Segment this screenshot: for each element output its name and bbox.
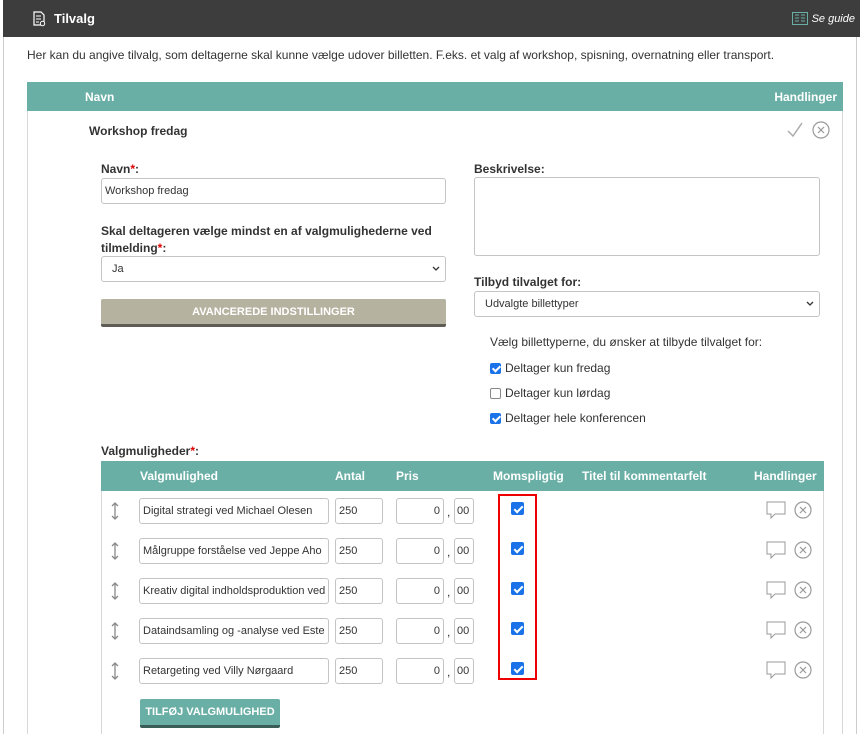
col-pris: Pris [396, 469, 419, 483]
option-actions [766, 621, 812, 639]
col-comment-title: Titel til kommentarfelt [582, 469, 707, 483]
drag-handle-icon[interactable] [110, 582, 120, 600]
mandatory-select[interactable]: Ja [101, 256, 446, 282]
option-name-input[interactable]: Dataindsamling og -analyse ved Este [139, 618, 329, 644]
delete-icon[interactable] [794, 661, 812, 679]
option-price-input[interactable]: 0 [396, 538, 444, 564]
advanced-settings-button[interactable]: AVANCEREDE INDSTILLINGER [101, 299, 446, 327]
drag-handle-icon[interactable] [110, 622, 120, 640]
option-name-input[interactable]: Målgruppe forståelse ved Jeppe Aho [139, 538, 329, 564]
checkbox[interactable] [490, 387, 501, 399]
mandatory-label: Skal deltageren vælge mindst en af valgm… [101, 224, 432, 255]
guide-book-icon [791, 12, 808, 25]
options-label: Valgmuligheder*: [101, 444, 200, 458]
option-price-input[interactable]: 0 [396, 618, 444, 644]
option-row: Digital strategi ved Michael Olesen 250 … [101, 492, 824, 532]
option-ore-input[interactable]: 00 [454, 498, 474, 524]
option-actions [766, 581, 812, 599]
comment-icon[interactable] [766, 621, 786, 639]
option-row: Dataindsamling og -analyse ved Este 250 … [101, 612, 824, 652]
option-actions [766, 661, 812, 679]
option-price-input[interactable]: 0 [396, 578, 444, 604]
ticket-type-option[interactable]: Deltager hele konferencen [490, 411, 646, 425]
col-actions: Handlinger [754, 469, 817, 483]
add-option-button[interactable]: TILFØJ VALGMULIGHED [140, 699, 280, 728]
comment-icon[interactable] [766, 581, 786, 599]
addon-table-header: Navn Handlinger [27, 82, 843, 111]
document-settings-icon [33, 11, 46, 27]
col-option: Valgmulighed [140, 469, 219, 483]
checkbox[interactable] [490, 412, 501, 424]
col-moms: Momspligtig [493, 469, 564, 483]
delete-icon[interactable] [794, 541, 812, 559]
chevron-down-icon [432, 266, 440, 271]
option-antal-input[interactable]: 250 [335, 578, 383, 604]
offer-label: Tilbyd tilvalget for: [474, 275, 582, 289]
drag-handle-icon[interactable] [110, 662, 120, 680]
option-name-input[interactable]: Digital strategi ved Michael Olesen [139, 498, 329, 524]
ticket-type-option[interactable]: Deltager kun lørdag [490, 386, 610, 400]
option-row: Kreativ digital indholdsproduktion ved 2… [101, 572, 824, 612]
delete-icon[interactable] [794, 621, 812, 639]
ticket-type-hint: Vælg billettyperne, du ønsker at tilbyde… [490, 335, 763, 349]
chevron-down-icon [806, 301, 814, 306]
option-antal-input[interactable]: 250 [335, 498, 383, 524]
col-antal: Antal [335, 469, 365, 483]
drag-handle-icon[interactable] [110, 502, 120, 520]
option-name-input[interactable]: Kreativ digital indholdsproduktion ved [139, 578, 329, 604]
option-row: Målgruppe forståelse ved Jeppe Aho 250 0… [101, 532, 824, 572]
option-antal-input[interactable]: 250 [335, 538, 383, 564]
delete-icon[interactable] [794, 581, 812, 599]
name-label: Navn*: [101, 162, 140, 176]
moms-highlight-box [498, 494, 537, 680]
addon-actions [786, 121, 830, 139]
delete-icon[interactable] [794, 501, 812, 519]
delete-icon[interactable] [812, 121, 830, 139]
comment-icon[interactable] [766, 541, 786, 559]
option-actions [766, 501, 812, 519]
option-antal-input[interactable]: 250 [335, 658, 383, 684]
see-guide-link[interactable]: Se guide [791, 12, 855, 25]
comment-icon[interactable] [766, 661, 786, 679]
column-name: Navn [85, 90, 115, 104]
option-name-input[interactable]: Retargeting ved Villy Nørgaard [139, 658, 329, 684]
offer-select[interactable]: Udvalgte billettyper [474, 291, 820, 317]
column-actions: Handlinger [774, 90, 837, 104]
option-ore-input[interactable]: 00 [454, 578, 474, 604]
option-actions [766, 541, 812, 559]
see-guide-label[interactable]: Se guide [812, 13, 855, 25]
option-ore-input[interactable]: 00 [454, 618, 474, 644]
name-input[interactable]: Workshop fredag [101, 178, 446, 204]
option-ore-input[interactable]: 00 [454, 538, 474, 564]
options-table-header: Valgmulighed Antal Pris Momspligtig Tite… [101, 461, 824, 491]
description-textarea[interactable] [474, 177, 820, 256]
page-title: Tilvalg [54, 11, 95, 26]
option-row: Retargeting ved Villy Nørgaard 250 0 , 0… [101, 652, 824, 692]
save-check-icon[interactable] [786, 121, 804, 139]
option-ore-input[interactable]: 00 [454, 658, 474, 684]
comment-icon[interactable] [766, 501, 786, 519]
option-price-input[interactable]: 0 [396, 658, 444, 684]
intro-text: Her kan du angive tilvalg, som deltagern… [27, 48, 775, 62]
description-label: Beskrivelse: [474, 162, 545, 176]
checkbox[interactable] [490, 362, 501, 374]
option-antal-input[interactable]: 250 [335, 618, 383, 644]
ticket-type-option[interactable]: Deltager kun fredag [490, 361, 610, 375]
drag-handle-icon[interactable] [110, 542, 120, 560]
top-bar: Tilvalg Se guide [3, 0, 860, 37]
addon-title: Workshop fredag [89, 124, 188, 138]
option-price-input[interactable]: 0 [396, 498, 444, 524]
